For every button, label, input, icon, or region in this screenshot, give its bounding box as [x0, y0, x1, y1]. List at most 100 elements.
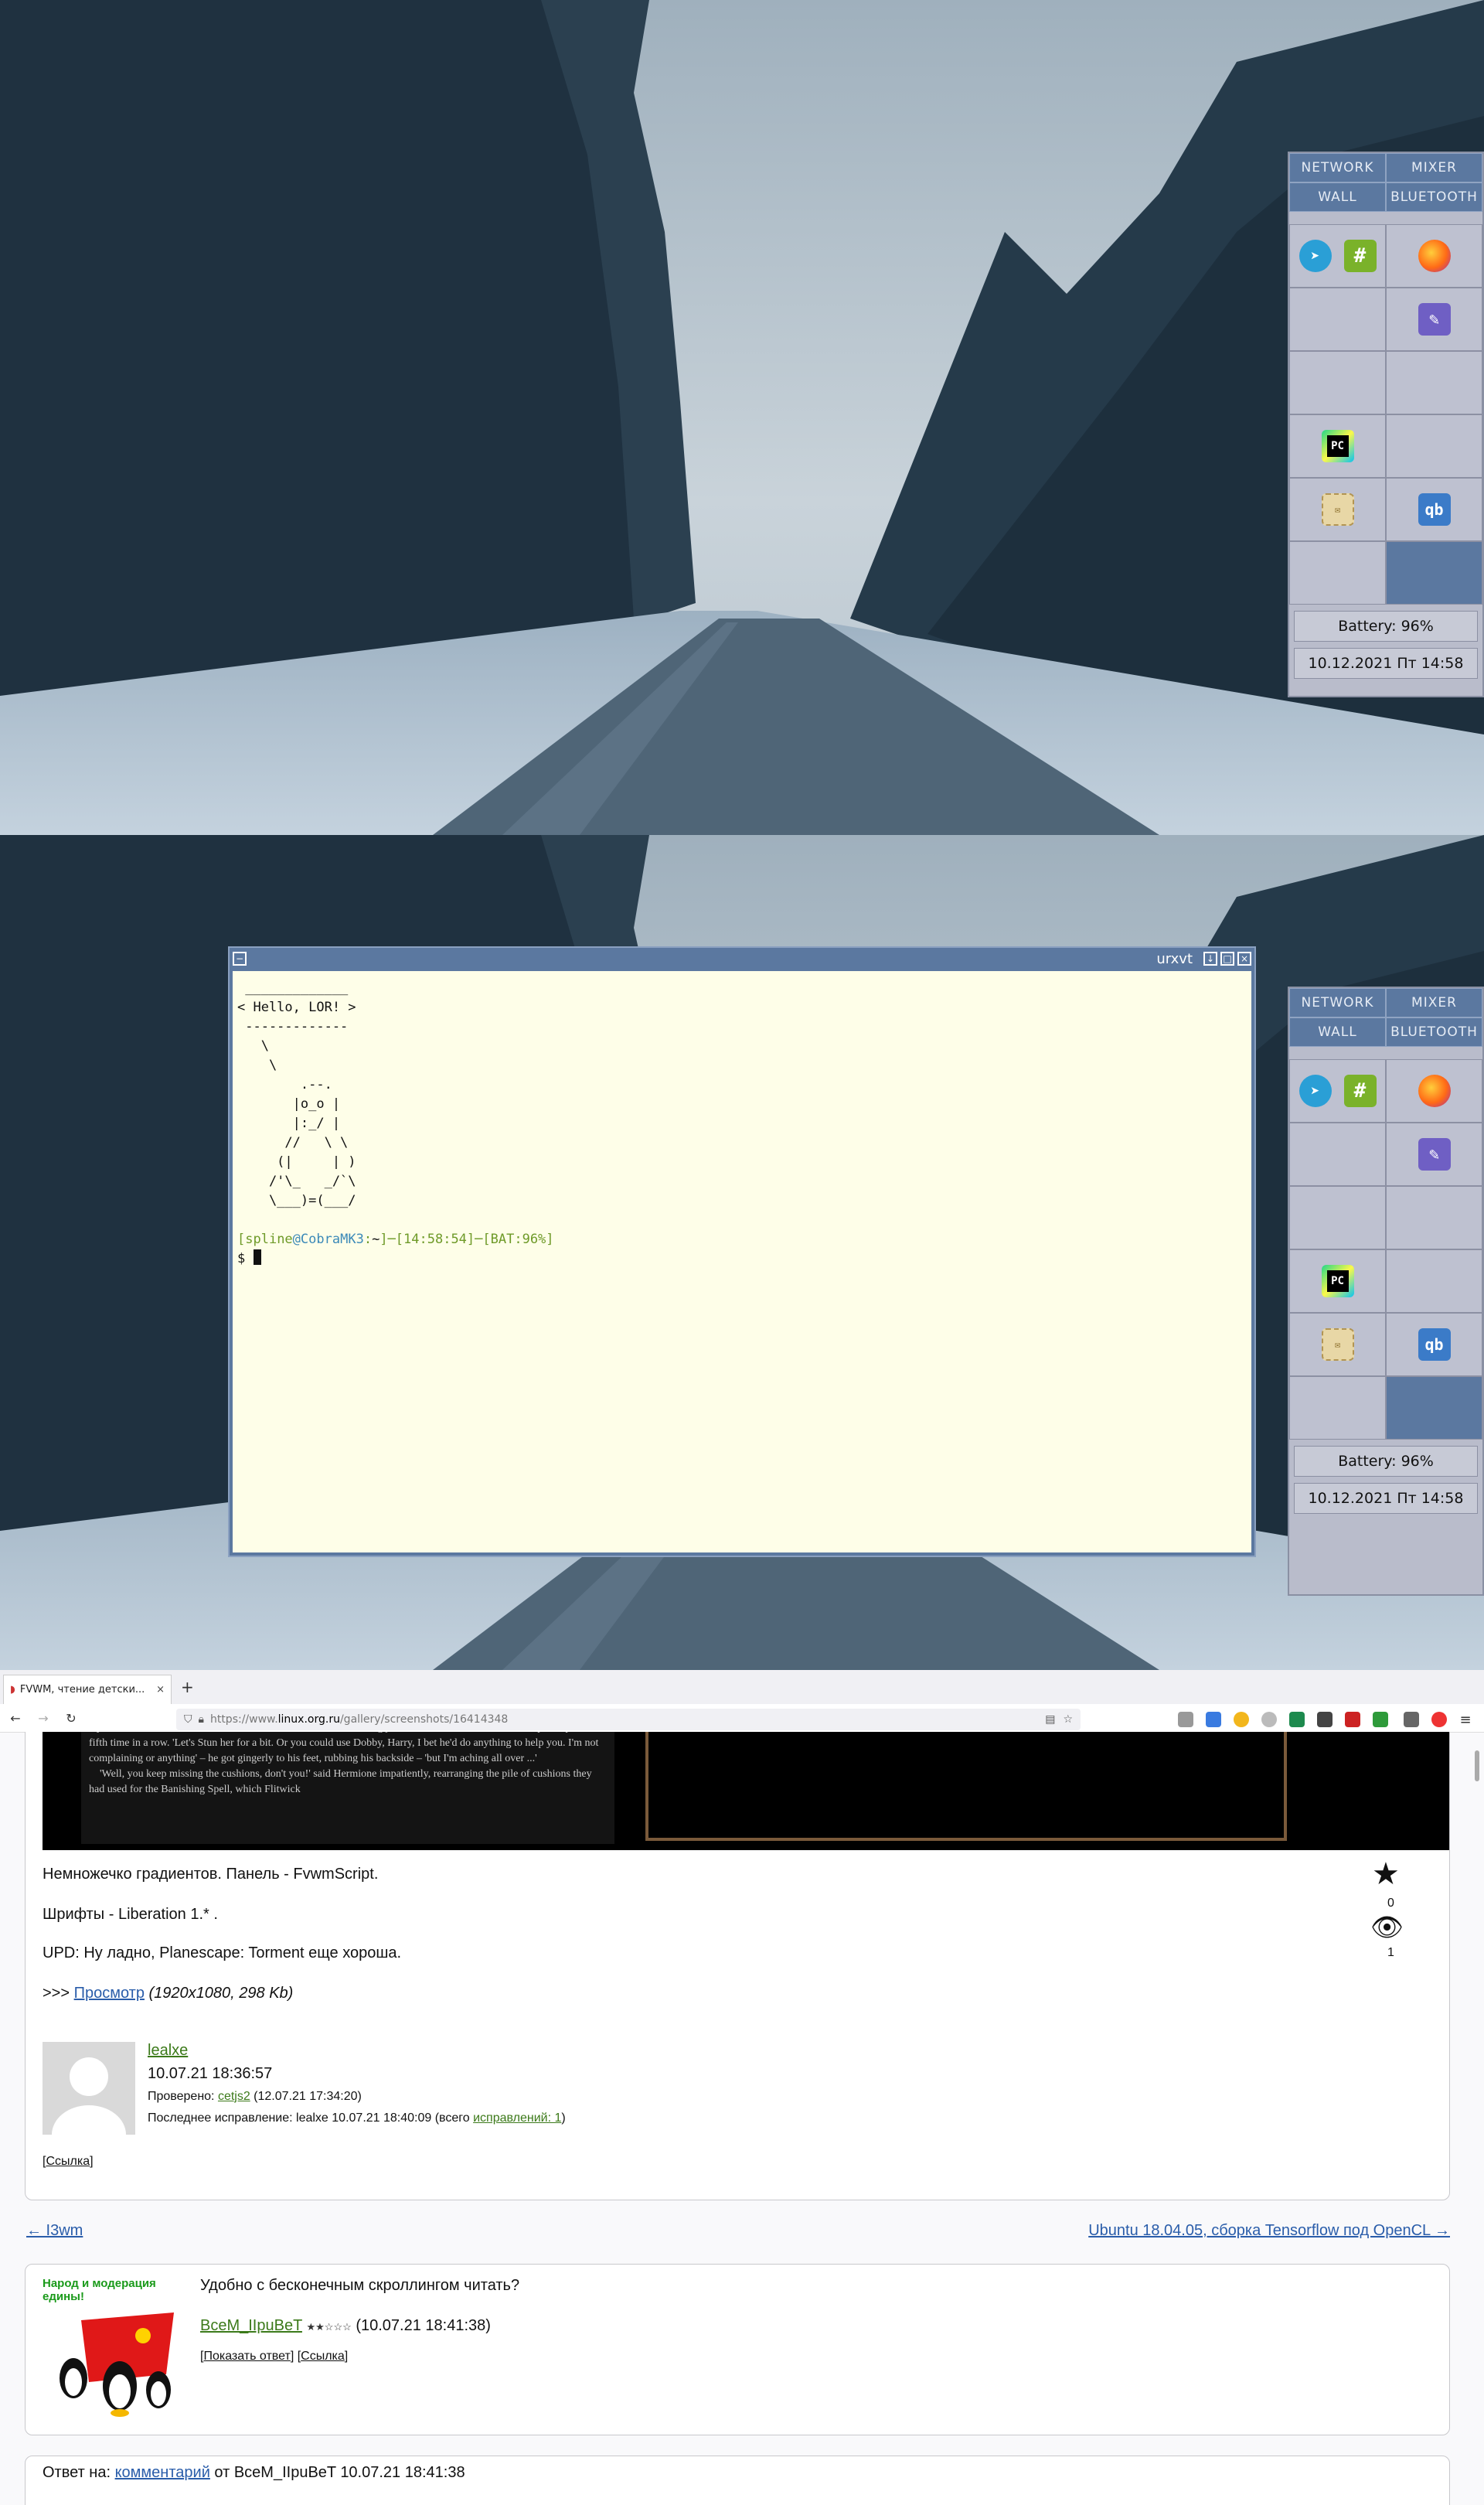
reload-icon[interactable]: ↻ — [63, 1711, 79, 1726]
post-text-3: UPD: Ну ладно, Planescape: Torment еще х… — [43, 1944, 402, 1961]
next-link[interactable]: Ubuntu 18.04.05, сборка Tensorflow под O… — [1088, 2222, 1450, 2240]
edit-suffix: ) — [561, 2111, 566, 2125]
text-cursor — [253, 1249, 261, 1265]
minimize-icon[interactable]: ↓ — [1203, 952, 1217, 966]
editor-icon[interactable]: ✎ — [1418, 303, 1451, 336]
firefox-icon[interactable] — [1418, 1075, 1451, 1107]
checked-by-link[interactable]: cetjs2 — [218, 2090, 250, 2103]
datetime-status: 10.12.2021 Пт 14:58 — [1294, 1483, 1478, 1514]
page-content: lay flat on his back in the middle of th… — [0, 1732, 1484, 2505]
extension-icon[interactable] — [1345, 1712, 1360, 1727]
forward-icon[interactable]: → — [36, 1711, 51, 1726]
url-host: linux.org.ru — [277, 1713, 340, 1726]
wallpaper — [0, 0, 1484, 835]
reply-comment-link[interactable]: комментарий — [115, 2464, 210, 2481]
battery-status: Battery: 96% — [1294, 611, 1478, 642]
star-icon[interactable]: ★ — [1372, 1856, 1400, 1892]
shield-icon[interactable]: ⛉ — [184, 1713, 192, 1726]
post-date: 10.07.21 18:36:57 — [148, 2065, 273, 2082]
comment-author-link[interactable]: ВсеМ_IIpuBeT — [200, 2317, 302, 2334]
mail-icon[interactable]: ✉ — [1321, 1328, 1354, 1361]
screenshot-preview[interactable]: lay flat on his back in the middle of th… — [43, 1732, 1449, 1850]
launcher-cell: >_ — [1386, 351, 1482, 414]
hexchat-icon[interactable]: # — [1343, 1075, 1377, 1107]
prompt-host: CobraMK3 — [300, 1232, 364, 1247]
extension-icon[interactable] — [1261, 1712, 1277, 1727]
edits-link[interactable]: исправлений: 1 — [473, 2111, 561, 2125]
author-link[interactable]: lealxe — [148, 2042, 188, 2059]
side-panel: NETWORK MIXER WALL BLUETOOTH ➤ # >_ ✎ >_… — [1288, 987, 1484, 1596]
prev-link-text[interactable]: ← I3wm — [26, 2222, 83, 2239]
tab-mixer[interactable]: MIXER — [1386, 988, 1482, 1017]
prompt-char: $ — [237, 1251, 246, 1266]
editor-icon[interactable]: ✎ — [1418, 1138, 1451, 1171]
url-bar[interactable]: ⛉ 🔒︎ https://www. linux.org.ru/gallery/sc… — [176, 1709, 1081, 1730]
tab-network[interactable]: NETWORK — [1289, 153, 1386, 182]
telegram-icon[interactable]: ➤ — [1298, 240, 1332, 272]
show-answer-link[interactable]: Показать ответ — [203, 2350, 290, 2363]
browser-window: ◗ FVWM, чтение детски... × + ← → ↻ ⛉ 🔒︎ … — [0, 1670, 1484, 2505]
datetime-status: 10.12.2021 Пт 14:58 — [1294, 648, 1478, 679]
reply-suffix: от ВсеМ_IIpuBeT 10.07.21 18:41:38 — [209, 2464, 465, 2481]
maximize-icon[interactable]: □ — [1220, 952, 1234, 966]
launcher-cell-selected — [1386, 541, 1482, 605]
book-text: lay flat on his back in the middle of th… — [81, 1732, 614, 1844]
extension-icon[interactable] — [1317, 1712, 1333, 1727]
tab-mixer[interactable]: MIXER — [1386, 153, 1482, 182]
downloads-icon[interactable] — [1206, 1712, 1221, 1727]
page-scrollbar[interactable] — [1475, 1750, 1479, 1781]
terminal-body[interactable]: _____________ < Hello, LOR! > ----------… — [233, 971, 1251, 1552]
input-line[interactable]: $ — [237, 1249, 1247, 1269]
reply-prefix: Ответ на: — [43, 2464, 115, 2481]
reply-line: Ответ на: комментарий от ВсеМ_IIpuBeT 10… — [43, 2464, 465, 2482]
edit-prefix: Последнее исправление: lealxe 10.07.21 1… — [148, 2111, 474, 2125]
tab-bluetooth[interactable]: BLUETOOTH — [1386, 1017, 1482, 1047]
tab-wall[interactable]: WALL — [1289, 182, 1386, 212]
terminal-titlebar[interactable]: − urxvt ↓ □ × — [230, 948, 1254, 970]
launcher-cell: qb — [1386, 478, 1482, 541]
browser-tab[interactable]: ◗ FVWM, чтение детски... × — [3, 1675, 172, 1704]
eye-icon: 👁︎ — [1370, 1913, 1404, 1942]
qbittorrent-icon[interactable]: qb — [1418, 1328, 1451, 1361]
extension-icon[interactable] — [1373, 1712, 1388, 1727]
terminal-window[interactable]: − urxvt ↓ □ × _____________ < Hello, LOR… — [228, 946, 1256, 1557]
prompt-path: ~ — [372, 1232, 380, 1247]
firefox-icon[interactable] — [1418, 240, 1451, 272]
prompt-time: 14:58:54 — [403, 1232, 467, 1247]
extension-icon[interactable] — [1431, 1712, 1447, 1727]
tab-close-icon[interactable]: × — [156, 1684, 165, 1696]
new-tab-button[interactable]: + — [181, 1678, 194, 1696]
post-text-1: Немножечко градиентов. Панель - FvwmScri… — [43, 1866, 379, 1883]
prompt-line: [spline@CobraMK3:~]─[14:58:54]─[BAT:96%] — [237, 1232, 554, 1247]
comment-link[interactable]: Ссылка — [301, 2350, 345, 2363]
launcher-cell-selected[interactable]: >_ — [1386, 1376, 1482, 1440]
comment-actions: [Показать ответ] [Ссылка] — [200, 2350, 349, 2363]
back-icon[interactable]: ← — [8, 1711, 23, 1726]
side-panel: NETWORK MIXER WALL BLUETOOTH ➤ # >_ ✎ >_… — [1288, 152, 1484, 697]
close-icon[interactable]: × — [1237, 952, 1251, 966]
post-link[interactable]: Ссылка — [46, 2155, 90, 2168]
checked-date: (12.07.21 17:34:20) — [250, 2090, 362, 2103]
hexchat-icon[interactable]: # — [1343, 240, 1377, 272]
menu-icon[interactable]: ≡ — [1458, 1712, 1473, 1728]
pycharm-icon[interactable]: PC — [1321, 1265, 1354, 1297]
next-link-text[interactable]: Ubuntu 18.04.05, сборка Tensorflow под O… — [1088, 2222, 1450, 2239]
pycharm-icon[interactable]: PC — [1321, 430, 1354, 462]
author-line: lealxe — [148, 2042, 188, 2060]
prev-link[interactable]: ← I3wm — [26, 2222, 83, 2240]
extension-icon[interactable] — [1404, 1712, 1419, 1727]
pocket-icon[interactable] — [1178, 1712, 1193, 1727]
view-link[interactable]: Просмотр — [74, 1985, 145, 2002]
url-prefix: https://www. — [209, 1713, 278, 1726]
window-menu-icon[interactable]: − — [233, 952, 247, 966]
bookmark-star-icon[interactable]: ☆ — [1063, 1713, 1073, 1726]
mail-icon[interactable]: ✉ — [1321, 493, 1354, 526]
extension-icon[interactable] — [1289, 1712, 1305, 1727]
reader-view-icon[interactable]: ▤ — [1045, 1713, 1055, 1726]
tab-network[interactable]: NETWORK — [1289, 988, 1386, 1017]
qbittorrent-icon[interactable]: qb — [1418, 493, 1451, 526]
extension-icon[interactable] — [1234, 1712, 1249, 1727]
telegram-icon[interactable]: ➤ — [1298, 1075, 1332, 1107]
tab-wall[interactable]: WALL — [1289, 1017, 1386, 1047]
tab-bluetooth[interactable]: BLUETOOTH — [1386, 182, 1482, 212]
